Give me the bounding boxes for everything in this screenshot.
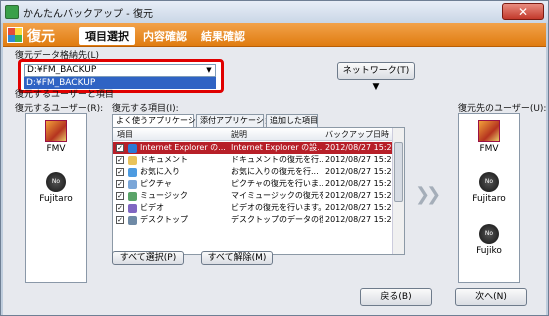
section-label: 復元するユーザーと項目 bbox=[15, 90, 114, 100]
document-icon bbox=[128, 156, 137, 165]
chevron-down-icon[interactable]: ▼ bbox=[203, 65, 215, 76]
wizard-header: 復元 項目選択 内容確認 結果確認 bbox=[3, 23, 546, 47]
row-checkbox[interactable]: ✓ bbox=[116, 180, 124, 188]
main-content: 復元データ格納先(L) D:¥FM_BACKUP ▼ D:¥FM_BACKUP … bbox=[3, 47, 546, 315]
target-user-fujiko[interactable]: No Fujiko bbox=[459, 224, 519, 256]
table-row[interactable]: ✓ お気に入り お気に入りの復元を行... 2012/08/27 15:24:2… bbox=[113, 166, 393, 178]
ie-icon bbox=[128, 144, 137, 153]
table-row[interactable]: ✓ Internet Explorer の... Internet Explor… bbox=[113, 142, 393, 154]
row-checkbox[interactable]: ✓ bbox=[116, 216, 124, 224]
user-avatar: No bbox=[479, 224, 499, 244]
restore-location-select[interactable]: D:¥FM_BACKUP ▼ bbox=[24, 64, 216, 77]
restore-location-value: D:¥FM_BACKUP bbox=[27, 65, 97, 75]
target-user-fujitaro[interactable]: No Fujitaro bbox=[459, 172, 519, 204]
step-content-confirm: 内容確認 bbox=[143, 30, 187, 43]
step-result-confirm: 結果確認 bbox=[201, 30, 245, 43]
table-row[interactable]: ✓ ピクチャ ピクチャの復元を行いま... 2012/08/27 15:24:2… bbox=[113, 178, 393, 190]
user-avatar bbox=[478, 120, 500, 142]
header-title: 復元 bbox=[27, 29, 55, 45]
user-avatar: No bbox=[46, 172, 66, 192]
target-user-fmv[interactable]: FMV bbox=[459, 120, 519, 154]
table-row[interactable]: ✓ ミュージック マイミュージックの復元を... 2012/08/27 15:2… bbox=[113, 190, 393, 202]
desktop-icon bbox=[128, 216, 137, 225]
pictures-icon bbox=[128, 180, 137, 189]
user-avatar: No bbox=[479, 172, 499, 192]
deselect-all-button[interactable]: すべて解除(M) bbox=[201, 251, 273, 265]
table-row[interactable]: ✓ ビデオ ビデオの復元を行います。 2012/08/27 15:24:24 bbox=[113, 202, 393, 214]
col-item[interactable]: 項目 bbox=[117, 129, 133, 140]
network-button[interactable]: ネットワーク(T) ▼ bbox=[337, 62, 415, 92]
tab-common-apps[interactable]: よく使うアプリケーション bbox=[112, 114, 212, 127]
double-chevron-right-icon: ❯❯ bbox=[415, 184, 441, 205]
app-icon bbox=[5, 5, 19, 19]
items-label: 復元する項目(I): bbox=[112, 104, 179, 114]
music-icon bbox=[128, 192, 137, 201]
scrollbar-thumb[interactable] bbox=[394, 142, 403, 202]
tab-added-items[interactable]: 追加した項目 bbox=[266, 114, 318, 127]
title-bar: かんたんバックアップ - 復元 ✕ bbox=[1, 1, 548, 23]
video-icon bbox=[128, 204, 137, 213]
row-checkbox[interactable]: ✓ bbox=[116, 192, 124, 200]
user-avatar bbox=[45, 120, 67, 142]
step-item-select: 項目選択 bbox=[79, 27, 135, 45]
row-checkbox[interactable]: ✓ bbox=[116, 156, 124, 164]
source-user-fujitaro[interactable]: No Fujitaro bbox=[26, 172, 86, 204]
favorites-icon bbox=[128, 168, 137, 177]
vertical-scrollbar[interactable] bbox=[392, 128, 404, 254]
source-user-list: FMV No Fujitaro bbox=[25, 113, 87, 283]
table-row[interactable]: ✓ ドキュメント ドキュメントの復元を行... 2012/08/27 15:24… bbox=[113, 154, 393, 166]
items-table: 項目 説明 バックアップ日時 ✓ Internet Explorer の... … bbox=[112, 127, 405, 255]
tab-bundled-apps[interactable]: 添付アプリケーション bbox=[196, 114, 280, 127]
source-user-fmv[interactable]: FMV bbox=[26, 120, 86, 154]
target-user-list: FMV No Fujitaro No Fujiko bbox=[458, 113, 520, 283]
app-window: かんたんバックアップ - 復元 ✕ 復元 項目選択 内容確認 結果確認 復元デー… bbox=[0, 0, 549, 316]
next-button[interactable]: 次へ(N) bbox=[455, 288, 527, 306]
back-button[interactable]: 戻る(B) bbox=[360, 288, 432, 306]
col-description[interactable]: 説明 bbox=[231, 129, 247, 140]
table-row[interactable]: ✓ デスクトップ デスクトップのデータの復... 2012/08/27 15:2… bbox=[113, 214, 393, 226]
table-header: 項目 説明 バックアップ日時 bbox=[113, 128, 392, 141]
select-all-button[interactable]: すべて選択(P) bbox=[112, 251, 184, 265]
col-backup-date[interactable]: バックアップ日時 bbox=[325, 129, 389, 140]
row-checkbox[interactable]: ✓ bbox=[116, 144, 124, 152]
close-button[interactable]: ✕ bbox=[502, 3, 544, 20]
window-title: かんたんバックアップ - 復元 bbox=[23, 9, 153, 20]
row-checkbox[interactable]: ✓ bbox=[116, 204, 124, 212]
row-checkbox[interactable]: ✓ bbox=[116, 168, 124, 176]
restore-icon bbox=[7, 27, 23, 43]
